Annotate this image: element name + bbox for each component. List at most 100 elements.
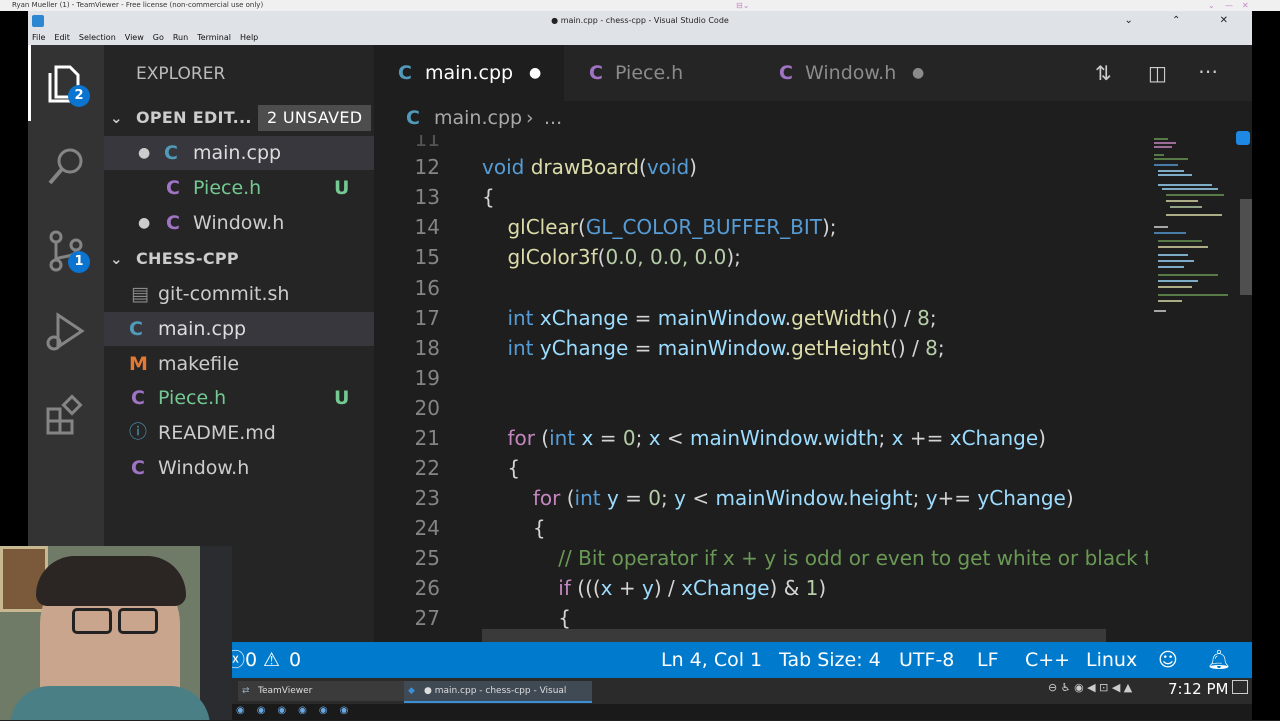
file-item[interactable]: ⓘ README.md [104,416,374,450]
horizontal-scrollbar[interactable] [482,629,1106,642]
c-header-icon: C [779,62,793,84]
status-bar: ⓧ 0 ⚠ 0 Ln 4, Col 1 Tab Size: 4 UTF-8 LF… [226,642,1252,678]
minimize-icon[interactable]: ⌄ [1208,0,1215,11]
line-number: 16 [414,276,440,300]
teamviewer-titlebar: Ryan Mueller (1) - TeamViewer - Free lic… [0,0,1280,11]
warning-icon[interactable]: ⚠ [263,642,280,678]
line-number: 12 [414,155,440,179]
platform[interactable]: Linux [1086,642,1137,678]
breadcrumb-file[interactable]: main.cpp [434,101,522,135]
restore-icon[interactable]: — [1225,0,1233,11]
code-line: void drawBoard(void) [482,155,697,179]
vscode-window-title: ● main.cpp - chess-cpp - Visual Studio C… [551,16,729,25]
search-icon[interactable] [42,143,90,191]
line-number: 19 [414,366,440,390]
tab-window-h[interactable]: C Window.h ● [754,45,944,101]
c-header-icon: C [131,387,145,409]
minimap[interactable] [1148,135,1232,335]
teamviewer-title: Ryan Mueller (1) - TeamViewer - Free lic… [12,1,264,9]
c-header-icon: C [589,62,603,84]
line-ending[interactable]: LF [977,642,999,678]
editor-tabs: C main.cpp ● C Piece.h C Window.h ● ⇅ ◫ … [374,45,1252,101]
compare-changes-icon[interactable]: ⇅ [1095,61,1112,85]
code-line: { [482,516,546,540]
warning-count[interactable]: 0 [289,642,301,678]
menu-help[interactable]: Help [240,33,258,42]
more-actions-icon[interactable]: ⋯ [1198,59,1218,83]
file-item[interactable]: C main.cpp [104,312,374,346]
taskbar-vscode[interactable]: ◆ ● main.cpp - chess-cpp - Visual Stu... [404,681,592,716]
unsaved-badge: 2 UNSAVED [258,105,372,131]
code-editor[interactable]: 11 12 void drawBoard(void) 13 { 14 glCle… [374,135,1252,642]
clock[interactable]: 7:12 PM [1168,680,1228,698]
file-item[interactable]: C Window.h [104,451,374,485]
error-count[interactable]: 0 [245,642,257,678]
code-line: { [482,185,495,209]
untracked-badge: U [334,177,350,199]
person-hair [36,556,186,606]
open-editor-item[interactable]: C Piece.h U [104,171,374,205]
open-editor-item[interactable]: ● C Window.h [104,206,374,240]
menu-view[interactable]: View [125,33,144,42]
vscode-icon: ◆ [408,686,415,696]
teamviewer-icon: ⇄ [242,686,250,696]
language-mode[interactable]: C++ [1025,642,1070,678]
cpp-file-icon: C [164,142,178,164]
extensions-icon[interactable] [42,391,90,439]
menu-go[interactable]: Go [153,33,164,42]
unsaved-dot-icon[interactable]: ● [912,45,924,101]
menu-terminal[interactable]: Terminal [197,33,231,42]
menu-run[interactable]: Run [173,33,188,42]
file-item[interactable]: ▤ git-commit.sh [104,277,374,311]
scrollbar-thumb[interactable] [1240,199,1252,295]
encoding[interactable]: UTF-8 [899,642,954,678]
show-desktop-icon[interactable] [1232,680,1248,694]
webcam-overlay [0,546,232,720]
file-label: main.cpp [158,318,247,340]
unsaved-dot-icon[interactable]: ● [529,45,541,101]
source-control-icon[interactable]: 1 [42,227,90,275]
menu-file[interactable]: File [32,33,45,42]
tab-main-cpp[interactable]: C main.cpp ● [374,45,564,101]
code-line: { [482,456,521,480]
close-icon[interactable]: ✕ [1242,0,1249,11]
open-editors-header[interactable]: ⌄ OPEN EDIT... 2 UNSAVED [104,101,374,135]
line-number: 24 [414,516,440,540]
teamviewer-toolbar-toggle[interactable]: ⊟⌄ [736,0,749,11]
folder-header[interactable]: ⌄ CHESS-CPP [104,242,374,276]
line-number: 27 [414,606,440,630]
tab-piece-h[interactable]: C Piece.h [564,45,754,101]
line-number: 25 [414,546,440,570]
teamviewer-overlay-icon[interactable] [1236,131,1250,145]
taskbar-teamviewer[interactable]: ⇄ TeamViewer [238,681,404,701]
code-line: // Bit operator if x + y is odd or even … [558,546,1148,570]
vertical-scrollbar[interactable] [1232,131,1252,642]
pinned-app-icons[interactable]: ◉◉◉◉◉◉ [236,705,360,716]
file-item[interactable]: M makefile [104,347,374,381]
open-editor-item[interactable]: ● C main.cpp [104,136,374,170]
tab-label: Piece.h [615,62,684,84]
menu-edit[interactable]: Edit [54,33,70,42]
window-controls[interactable]: ⌄ ⌃ ✕ [1125,11,1247,31]
code-line: glClear(GL_COLOR_BUFFER_BIT); [507,215,837,239]
feedback-icon[interactable]: ☺ [1158,642,1178,678]
file-label: makefile [158,353,240,375]
code-line: int yChange = mainWindow.getHeight() / 8… [507,336,945,360]
explorer-icon[interactable]: 2 [42,59,90,107]
run-debug-icon[interactable] [42,307,90,355]
notifications-bell-icon[interactable]: 🔔︎ [1207,642,1231,678]
file-label: README.md [158,422,276,444]
active-indicator [28,45,31,121]
cursor-position[interactable]: Ln 4, Col 1 [661,642,762,678]
line-number: 17 [414,306,440,330]
breadcrumb-more[interactable]: ... [544,101,562,135]
tray-icons[interactable]: ⊖ ♿ ◉ ◀ ⊡ ◀ ▲ [1048,681,1132,694]
split-editor-icon[interactable]: ◫ [1148,61,1167,85]
tab-size[interactable]: Tab Size: 4 [779,642,881,678]
file-item[interactable]: C Piece.h U [104,381,374,415]
tab-label: main.cpp [425,62,514,84]
tab-label: Window.h [805,62,897,84]
menu-bar: File Edit Selection View Go Run Terminal Help [28,31,1252,45]
code-line: for (int y = 0; y < mainWindow.height; y… [532,486,1074,510]
menu-selection[interactable]: Selection [79,33,116,42]
